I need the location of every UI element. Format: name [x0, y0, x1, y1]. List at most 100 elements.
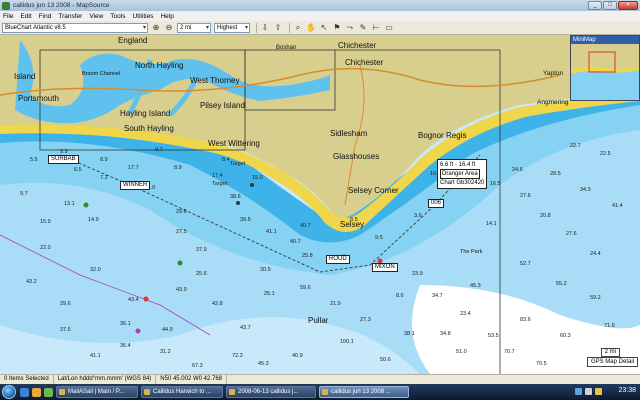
depth-sounding: 41.1: [266, 229, 277, 235]
depth-sounding: 17.4: [212, 173, 223, 179]
depth-sounding: 27.6: [566, 231, 577, 237]
depth-sounding: 100.1: [340, 339, 354, 345]
coordinate-format: Lat/Lon hddd°mm.mmm' (WGS 84): [54, 375, 157, 384]
status-bar: 0 Items Selected Lat/Lon hddd°mm.mmm' (W…: [0, 374, 640, 384]
buoy-icon[interactable]: [143, 296, 149, 302]
volume-icon[interactable]: [585, 388, 592, 395]
ie-icon[interactable]: [20, 387, 29, 397]
menu-utilities[interactable]: Utilities: [132, 13, 153, 20]
depth-sounding: 22.0: [40, 245, 51, 251]
buoy-icon[interactable]: [250, 183, 254, 187]
detail-level-select[interactable]: Highest: [214, 22, 250, 33]
waypoint-label[interactable]: Target: [212, 181, 228, 187]
depth-sounding: 29.6: [176, 209, 187, 215]
place-label: South Hayling: [124, 124, 174, 133]
depth-sounding: 5.5: [30, 157, 38, 163]
depth-sounding: 8.4: [222, 157, 230, 163]
close-button[interactable]: ×: [618, 1, 638, 10]
tooltip-chart-id: Chart Gb302420: [440, 180, 485, 186]
taskbar-item[interactable]: Callidus Harwich to ...: [141, 386, 223, 398]
map-tool-icon[interactable]: ▭: [384, 23, 394, 33]
send-to-device-icon[interactable]: ⇧: [273, 23, 283, 33]
route-tool-icon[interactable]: ⤳: [345, 23, 355, 33]
waypoint-roud[interactable]: ROUD: [326, 255, 350, 264]
minimap-title: MiniMap: [571, 36, 639, 44]
tooltip-area-type: Dranger Area: [440, 169, 480, 179]
start-button[interactable]: [2, 385, 16, 399]
waypoint-mixon[interactable]: MIXON: [372, 263, 398, 272]
depth-sounding: 31.2: [160, 349, 171, 355]
taskbar-item[interactable]: 2008-06-13 callidus j...: [226, 386, 316, 398]
depth-sounding: 8.6: [396, 293, 404, 299]
hand-tool-icon[interactable]: ✋: [306, 23, 316, 33]
menu-bar: File Edit Find Transfer View Tools Utili…: [0, 11, 640, 21]
place-label: Island: [14, 72, 35, 81]
place-label: England: [118, 36, 147, 45]
menu-help[interactable]: Help: [160, 13, 173, 20]
buoy-icon[interactable]: [177, 260, 183, 266]
track-tool-icon[interactable]: ✎: [358, 23, 368, 33]
depth-sounding: 21.9: [330, 301, 341, 307]
waypoint-winner[interactable]: WINNER: [120, 181, 151, 190]
receive-from-device-icon[interactable]: ⇩: [260, 23, 270, 33]
waypoint-tool-icon[interactable]: ⚑: [332, 23, 342, 33]
buoy-icon[interactable]: [83, 202, 89, 208]
depth-sounding: 51.0: [456, 349, 467, 355]
place-label: Boshan: [276, 45, 296, 51]
place-label: North Hayling: [135, 61, 183, 70]
taskbar-item-active[interactable]: callidus jun 13 2008 ...: [319, 386, 409, 398]
depth-sounding: 6.5: [74, 167, 82, 173]
menu-edit[interactable]: Edit: [20, 13, 31, 20]
depth-sounding: 15.9: [40, 219, 51, 225]
menu-view[interactable]: View: [89, 13, 103, 20]
zoom-level-select[interactable]: 2 mi: [177, 22, 211, 33]
select-tool-icon[interactable]: ↖: [319, 23, 329, 33]
zoom-in-icon[interactable]: ⊕: [151, 23, 161, 33]
chart-map-view[interactable]: England Boshan Chichester North Hayling …: [0, 35, 640, 374]
measure-tool-icon[interactable]: ⊢: [371, 23, 381, 33]
mapsource-app-icon: [2, 1, 10, 10]
network-icon[interactable]: [575, 388, 582, 395]
place-label: Angmering: [537, 99, 569, 106]
buoy-icon[interactable]: [135, 328, 141, 334]
place-label: Pullar: [308, 316, 329, 325]
buoy-icon[interactable]: [236, 201, 240, 205]
menu-tools[interactable]: Tools: [110, 13, 125, 20]
taskbar-item[interactable]: MailASail | Main / P...: [56, 386, 138, 398]
depth-sounding: 25.1: [264, 291, 275, 297]
minimap-view[interactable]: [571, 44, 639, 100]
map-product-select[interactable]: BlueChart Atlantic v8.5: [2, 22, 148, 33]
depth-sounding: 70.7: [504, 349, 515, 355]
folder-icon[interactable]: [32, 387, 41, 397]
title-bar[interactable]: callidus jun 13 2008 - MapSource _ □ ×: [0, 0, 640, 11]
zoom-out-icon[interactable]: ⊖: [164, 23, 174, 33]
waypoint-label[interactable]: Target: [230, 161, 246, 167]
menu-file[interactable]: File: [3, 13, 13, 20]
menu-transfer[interactable]: Transfer: [58, 13, 82, 20]
place-label: The Park: [460, 249, 483, 255]
minimize-button[interactable]: _: [588, 1, 602, 10]
depth-sounding: 32.0: [90, 267, 101, 273]
depth-sounding: 55.2: [556, 281, 567, 287]
maximize-button[interactable]: □: [603, 1, 617, 10]
depth-sounding: 45.3: [258, 361, 269, 367]
route-code-label[interactable]: 006: [428, 199, 445, 208]
depth-sounding: 67.3: [192, 363, 203, 369]
depth-sounding: 30.5: [260, 267, 271, 273]
waypoint-surbab[interactable]: SURBAB: [48, 155, 79, 164]
depth-sounding: 27.3: [360, 317, 371, 323]
tray-icon[interactable]: [595, 388, 602, 395]
zoom-tool-icon[interactable]: ⌕: [293, 23, 303, 33]
menu-find[interactable]: Find: [39, 13, 52, 20]
nautical-chart[interactable]: England Boshan Chichester North Hayling …: [0, 35, 640, 374]
depth-sounding: 70.5: [536, 361, 547, 367]
minimap-panel[interactable]: MiniMap: [570, 35, 640, 101]
taskbar-clock[interactable]: 23:38: [618, 387, 636, 394]
depth-sounding: 9.5: [375, 235, 383, 241]
depth-sounding: 40.7: [300, 223, 311, 229]
depth-sounding: 43.9: [176, 287, 187, 293]
depth-sounding: 29.6: [60, 301, 71, 307]
depth-sounding: 15.0: [252, 175, 263, 181]
toolbar-separator: [256, 22, 257, 33]
media-icon[interactable]: [44, 387, 53, 397]
